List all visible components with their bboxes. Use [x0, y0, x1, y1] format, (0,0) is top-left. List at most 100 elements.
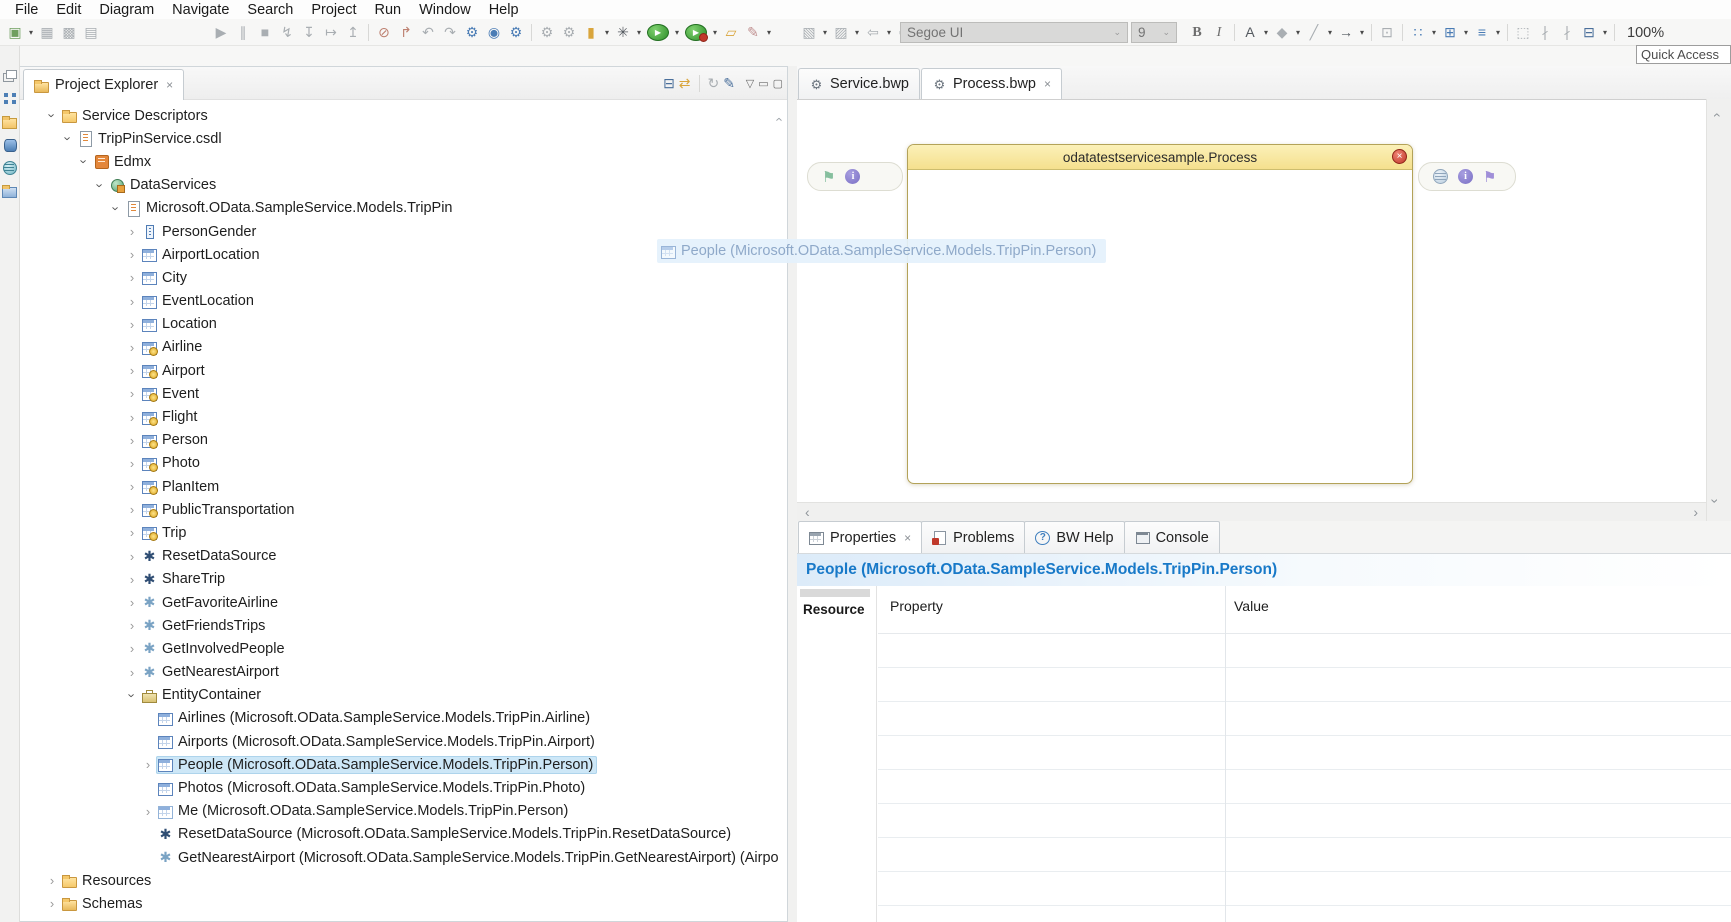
explorer-folder-icon[interactable]	[2, 114, 17, 129]
merge-button[interactable]: ∤	[1534, 19, 1556, 46]
expand-arrow-icon[interactable]: ›	[124, 572, 140, 587]
expand-arrow-icon[interactable]: ›	[124, 270, 140, 285]
tree-item-microsoft-odata-sampleservice-models-tri[interactable]: ›Microsoft.OData.SampleService.Models.Tr…	[20, 197, 787, 220]
api-globe-icon[interactable]	[2, 160, 17, 175]
scroll-up-icon[interactable]: ›	[1707, 113, 1723, 118]
tree-item-resources[interactable]: ›Resources	[20, 869, 787, 892]
maximize-icon[interactable]: ▢	[773, 77, 783, 90]
scroll-left-icon[interactable]: ‹	[805, 503, 810, 521]
format-painter-button[interactable]: ✎	[742, 19, 764, 46]
italic-button[interactable]: I	[1208, 19, 1230, 46]
menu-navigate[interactable]: Navigate	[163, 2, 238, 18]
expand-arrow-icon[interactable]: ›	[44, 873, 60, 888]
expand-arrow-icon[interactable]: ›	[124, 479, 140, 494]
end-flag-icon[interactable]: ⚑	[1483, 168, 1496, 186]
link-with-editor-icon[interactable]: ⇄	[679, 75, 691, 92]
menu-project[interactable]: Project	[302, 2, 365, 18]
open-folder-button[interactable]: ▱	[720, 19, 742, 46]
menu-file[interactable]: File	[6, 2, 47, 18]
collapse-arrow-icon[interactable]: ›	[93, 177, 108, 193]
bw-perspective-icon[interactable]	[2, 91, 17, 106]
expand-arrow-icon[interactable]: ›	[44, 896, 60, 911]
checkin-button[interactable]: ▨	[830, 19, 852, 46]
expand-arrow-icon[interactable]: ›	[124, 386, 140, 401]
chevron-down-icon[interactable]: ▾	[710, 28, 720, 37]
redo-button[interactable]: ↷	[439, 19, 461, 46]
expand-arrow-icon[interactable]: ›	[140, 804, 156, 819]
collapse-arrow-icon[interactable]: ›	[77, 154, 92, 170]
tree-item-getfavoriteairline[interactable]: ›✱GetFavoriteAirline	[20, 591, 787, 614]
expand-arrow-icon[interactable]: ›	[124, 456, 140, 471]
external-tools-button[interactable]: ⚙	[536, 19, 558, 46]
scroll-down-icon[interactable]: ›	[1707, 499, 1723, 504]
menu-search[interactable]: Search	[238, 2, 302, 18]
expand-arrow-icon[interactable]: ›	[124, 247, 140, 262]
admin-settings-button[interactable]: ⚙	[505, 19, 527, 46]
line-arrow-button[interactable]: →	[1335, 19, 1357, 46]
tree-item-schemas[interactable]: ›Schemas	[20, 892, 787, 915]
chevron-down-icon[interactable]: ▾	[1357, 28, 1367, 37]
tree-item-service-descriptors[interactable]: ›Service Descriptors	[20, 104, 787, 127]
scroll-up-icon[interactable]: ›	[770, 117, 785, 121]
tree-item-publictransportation[interactable]: ›PublicTransportation	[20, 498, 787, 521]
customize-view-icon[interactable]: ✎	[723, 75, 735, 92]
checkout-button[interactable]: ▧	[798, 19, 820, 46]
step-filters-button[interactable]: ↱	[395, 19, 417, 46]
column-divider[interactable]	[1225, 586, 1226, 922]
collapse-arrow-icon[interactable]: ›	[61, 131, 76, 147]
tree-item-trippinservice-csdl[interactable]: ›TripPinService.csdl	[20, 127, 787, 150]
tree-item-person[interactable]: ›Person	[20, 429, 787, 452]
expand-arrow-icon[interactable]: ›	[140, 757, 156, 772]
tree-item-dataservices[interactable]: ›DataServices	[20, 174, 787, 197]
step-return-button[interactable]: ↥	[342, 19, 364, 46]
tree-item-airlines-microsoft-odata-sampleservice-m[interactable]: ›Airlines (Microsoft.OData.SampleService…	[20, 707, 787, 730]
tree-item-getfriendstrips[interactable]: ›✱GetFriendsTrips	[20, 614, 787, 637]
expand-arrow-icon[interactable]: ›	[124, 549, 140, 564]
new-wizard-button[interactable]: ▣	[4, 19, 26, 46]
expand-arrow-icon[interactable]: ›	[124, 363, 140, 378]
menu-edit[interactable]: Edit	[47, 2, 90, 18]
tree-item-entitycontainer[interactable]: ›EntityContainer	[20, 684, 787, 707]
menu-help[interactable]: Help	[480, 2, 528, 18]
chevron-down-icon[interactable]: ▾	[672, 28, 682, 37]
tree-item-sharetrip[interactable]: ›✱ShareTrip	[20, 568, 787, 591]
editor-horizontal-scrollbar[interactable]: ‹ ›	[797, 502, 1706, 521]
tab-bw-help[interactable]: ?BW Help	[1024, 521, 1124, 553]
chevron-down-icon[interactable]: ▾	[1429, 28, 1439, 37]
panel-sash[interactable]	[788, 66, 797, 922]
start-flag-icon[interactable]: ⚑	[822, 168, 835, 186]
tree-item-trip[interactable]: ›Trip	[20, 521, 787, 544]
skip-breakpoints-button[interactable]: ⊘	[373, 19, 395, 46]
tab-console[interactable]: Console	[1124, 521, 1220, 553]
expand-arrow-icon[interactable]: ›	[124, 502, 140, 517]
expand-arrow-icon[interactable]: ›	[124, 224, 140, 239]
chevron-down-icon[interactable]: ▾	[26, 28, 36, 37]
save-button[interactable]: ▦	[36, 19, 58, 46]
close-icon[interactable]: ×	[904, 531, 911, 545]
chevron-down-icon[interactable]: ▾	[634, 28, 644, 37]
collapse-arrow-icon[interactable]: ›	[45, 108, 60, 124]
resume-button[interactable]: ▶	[210, 19, 232, 46]
font-family-select[interactable]: Segoe UI ⌄	[900, 22, 1128, 43]
tree-item-airport[interactable]: ›Airport	[20, 359, 787, 382]
chevron-down-icon[interactable]: ▾	[1325, 28, 1335, 37]
terminate-button[interactable]: ■	[254, 19, 276, 46]
preferences-button[interactable]: ⚙	[558, 19, 580, 46]
tree-item-city[interactable]: ›City	[20, 266, 787, 289]
scroll-right-icon[interactable]: ›	[1693, 503, 1698, 521]
expand-arrow-icon[interactable]: ›	[124, 665, 140, 680]
tree-item-edmx[interactable]: ›Edmx	[20, 150, 787, 173]
collapse-arrow-icon[interactable]: ›	[125, 687, 140, 703]
expand-arrow-icon[interactable]: ›	[124, 525, 140, 540]
tree-item-me-microsoft-odata-sampleservice-models-[interactable]: ›Me (Microsoft.OData.SampleService.Model…	[20, 800, 787, 823]
tree-item-getnearestairport[interactable]: ›✱GetNearestAirport	[20, 661, 787, 684]
chevron-down-icon[interactable]: ▾	[1493, 28, 1503, 37]
collapse-arrow-icon[interactable]: ›	[109, 200, 124, 216]
tab-project-explorer[interactable]: Project Explorer ×	[23, 69, 184, 100]
fill-color-button[interactable]: ◆	[1271, 19, 1293, 46]
group-button[interactable]: ⬚	[1512, 19, 1534, 46]
menu-diagram[interactable]: Diagram	[90, 2, 163, 18]
close-icon[interactable]: ×	[1044, 77, 1051, 91]
tree-item-people-microsoft-odata-sampleservice-mod[interactable]: ›People (Microsoft.OData.SampleService.M…	[20, 753, 787, 776]
info-icon[interactable]: i	[1458, 169, 1473, 184]
